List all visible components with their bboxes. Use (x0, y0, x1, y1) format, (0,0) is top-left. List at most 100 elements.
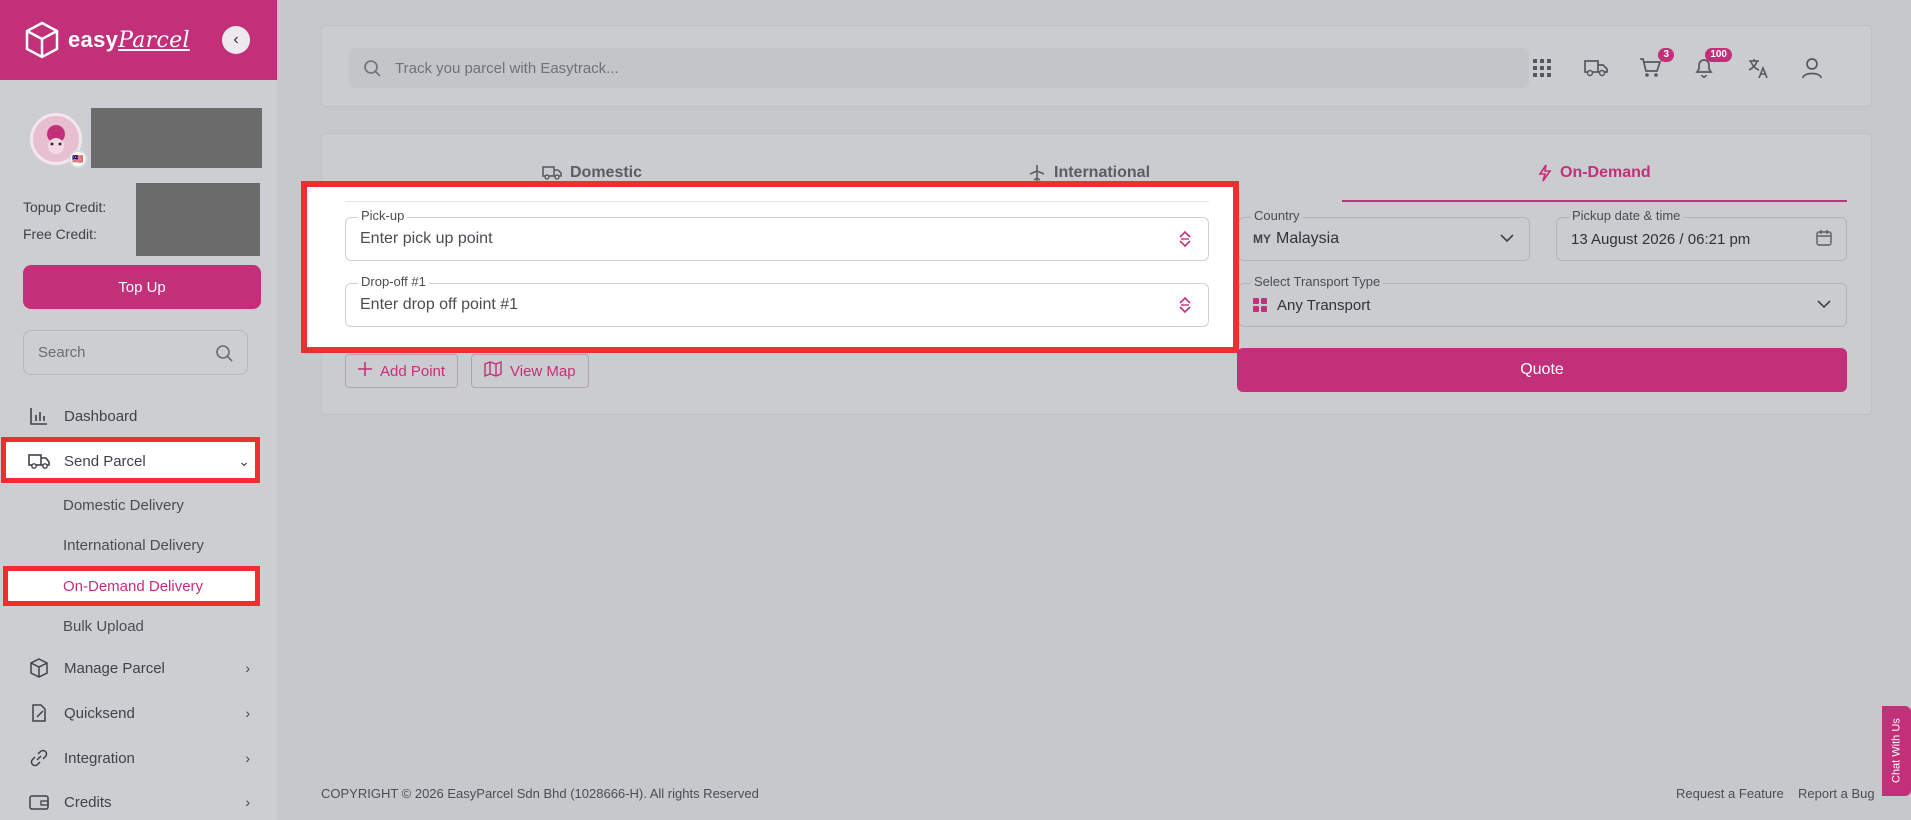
free-credit-label: Free Credit: (23, 226, 97, 242)
tab-label: On-Demand (1560, 164, 1651, 181)
chevron-down-icon (1816, 296, 1832, 317)
sidebar-subitem-bulk-upload[interactable]: Bulk Upload (63, 618, 144, 635)
sidebar-item-integration[interactable]: Integration › (0, 738, 260, 778)
tab-label: International (1054, 164, 1151, 181)
country-select[interactable]: Country MY Malaysia (1238, 208, 1530, 261)
search-icon (216, 344, 233, 362)
chevron-down-icon (1499, 230, 1515, 251)
grid-category-icon (1253, 298, 1267, 312)
delivery-truck-icon[interactable] (1582, 54, 1610, 82)
tab-on-demand[interactable]: On-Demand (1538, 164, 1651, 182)
sidebar-subitem-international[interactable]: International Delivery (63, 537, 204, 554)
bar-chart-icon (28, 405, 50, 427)
redacted-credit (136, 183, 260, 256)
apps-grid-icon[interactable] (1528, 54, 1556, 82)
transport-label: Select Transport Type (1251, 274, 1384, 289)
sidebar-item-send-parcel[interactable]: Send Parcel ⌄ (0, 441, 260, 481)
airplane-icon (1029, 165, 1045, 181)
tab-international[interactable]: International (1028, 164, 1150, 182)
collapse-sidebar-button[interactable]: ‹ (222, 26, 250, 54)
sidebar-search-input[interactable]: Search (23, 330, 248, 375)
brand-header: easyParcel ‹ (0, 0, 277, 80)
report-bug-link[interactable]: Report a Bug (1798, 786, 1875, 801)
sidebar-item-label: Dashboard (64, 407, 138, 425)
quote-button[interactable]: Quote (1237, 348, 1847, 392)
sidebar-item-credits[interactable]: Credits › (0, 782, 260, 820)
cart-badge: 3 (1658, 48, 1674, 62)
quicksend-icon (28, 702, 50, 724)
view-map-label: View Map (510, 362, 576, 380)
chat-with-us-button[interactable]: Chat With Us (1882, 706, 1911, 796)
sidebar-subitem-on-demand[interactable]: On-Demand Delivery (63, 578, 203, 595)
top-bar: Track you parcel with Easytrack... 3 100 (321, 25, 1872, 107)
dropoff-placeholder: Enter drop off point #1 (360, 296, 519, 313)
topup-credit-label: Topup Credit: (23, 199, 107, 215)
copyright-text: COPYRIGHT © 2026 EasyParcel Sdn Bhd (102… (321, 786, 759, 801)
sidebar-item-manage-parcel[interactable]: Manage Parcel › (0, 648, 260, 688)
package-icon (28, 657, 50, 679)
transport-value: Any Transport (1277, 296, 1371, 314)
sidebar-item-label: Manage Parcel (64, 659, 165, 677)
calendar-icon (1816, 230, 1832, 251)
pickup-input[interactable]: Pick-up Enter pick up point (345, 208, 1209, 261)
sidebar-subitem-domestic[interactable]: Domestic Delivery (63, 497, 184, 514)
notification-badge: 100 (1705, 48, 1732, 62)
view-map-button[interactable]: View Map (471, 354, 589, 388)
truck-icon (28, 450, 50, 472)
cart-icon[interactable]: 3 (1636, 48, 1674, 82)
country-code: MY (1253, 232, 1271, 246)
malaysia-flag-icon: 🇲🇾 (69, 150, 87, 168)
country-label: Country (1251, 208, 1303, 223)
easytrack-search-input[interactable]: Track you parcel with Easytrack... (349, 48, 1529, 88)
search-icon (364, 60, 381, 77)
notification-icon[interactable]: 100 (1690, 48, 1732, 82)
profile[interactable]: 🇲🇾 (30, 113, 87, 168)
sidebar-item-label: Send Parcel (64, 452, 146, 470)
chevron-down-icon: ⌄ (238, 452, 250, 469)
highlight-pickup-dropoff-panel: Pick-up Enter pick up point Drop-off #1 … (301, 181, 1239, 353)
mascot-icon (47, 125, 65, 154)
map-icon (484, 360, 502, 381)
user-profile-icon[interactable] (1798, 54, 1826, 82)
sidebar-item-dashboard[interactable]: Dashboard (0, 396, 260, 436)
chevron-right-icon: › (245, 660, 250, 676)
pickup-placeholder: Enter pick up point (360, 230, 493, 247)
logo[interactable]: easyParcel (24, 21, 190, 59)
active-tab-underline (1342, 200, 1847, 202)
transport-type-select[interactable]: Select Transport Type Any Transport (1238, 274, 1847, 327)
pickup-label: Pick-up (358, 208, 408, 223)
chevron-left-icon: ‹ (233, 31, 239, 48)
sidebar-item-label: Quicksend (64, 704, 135, 722)
search-placeholder: Search (38, 344, 86, 361)
chevron-right-icon: › (245, 705, 250, 721)
country-value: Malaysia (1276, 230, 1340, 247)
dropoff-label: Drop-off #1 (358, 274, 429, 289)
tab-domestic[interactable]: Domestic (542, 164, 642, 182)
plus-icon (358, 362, 372, 380)
brand-name: easyParcel (68, 27, 190, 53)
lightning-icon (1538, 164, 1552, 182)
chevron-right-icon: › (245, 794, 250, 810)
avatar: 🇲🇾 (30, 113, 87, 168)
link-icon (28, 747, 50, 769)
redacted-name (91, 108, 262, 168)
tab-label: Domestic (570, 164, 643, 181)
pickup-datetime-field[interactable]: Pickup date & time 13 August 2026 / 06:2… (1556, 208, 1847, 261)
dropoff-input[interactable]: Drop-off #1 Enter drop off point #1 (345, 274, 1209, 327)
translate-icon[interactable] (1744, 54, 1772, 82)
pickup-date-value: 13 August 2026 / 06:21 pm (1571, 230, 1751, 248)
sidebar: easyParcel ‹ 🇲🇾 Topup Credit: Free Credi… (0, 0, 277, 820)
sidebar-item-label: Integration (64, 749, 135, 767)
wallet-icon (28, 791, 50, 813)
sort-arrows-icon (1178, 230, 1192, 253)
pickup-date-label: Pickup date & time (1569, 208, 1684, 223)
top-up-button[interactable]: Top Up (23, 265, 261, 309)
add-point-label: Add Point (380, 362, 446, 380)
sidebar-item-quicksend[interactable]: Quicksend › (0, 693, 260, 733)
request-feature-link[interactable]: Request a Feature (1676, 786, 1784, 801)
sidebar-item-label: Credits (64, 793, 112, 811)
chevron-right-icon: › (245, 750, 250, 766)
search-placeholder: Track you parcel with Easytrack... (395, 59, 619, 77)
truck-icon (542, 166, 562, 180)
add-point-button[interactable]: Add Point (345, 354, 459, 388)
